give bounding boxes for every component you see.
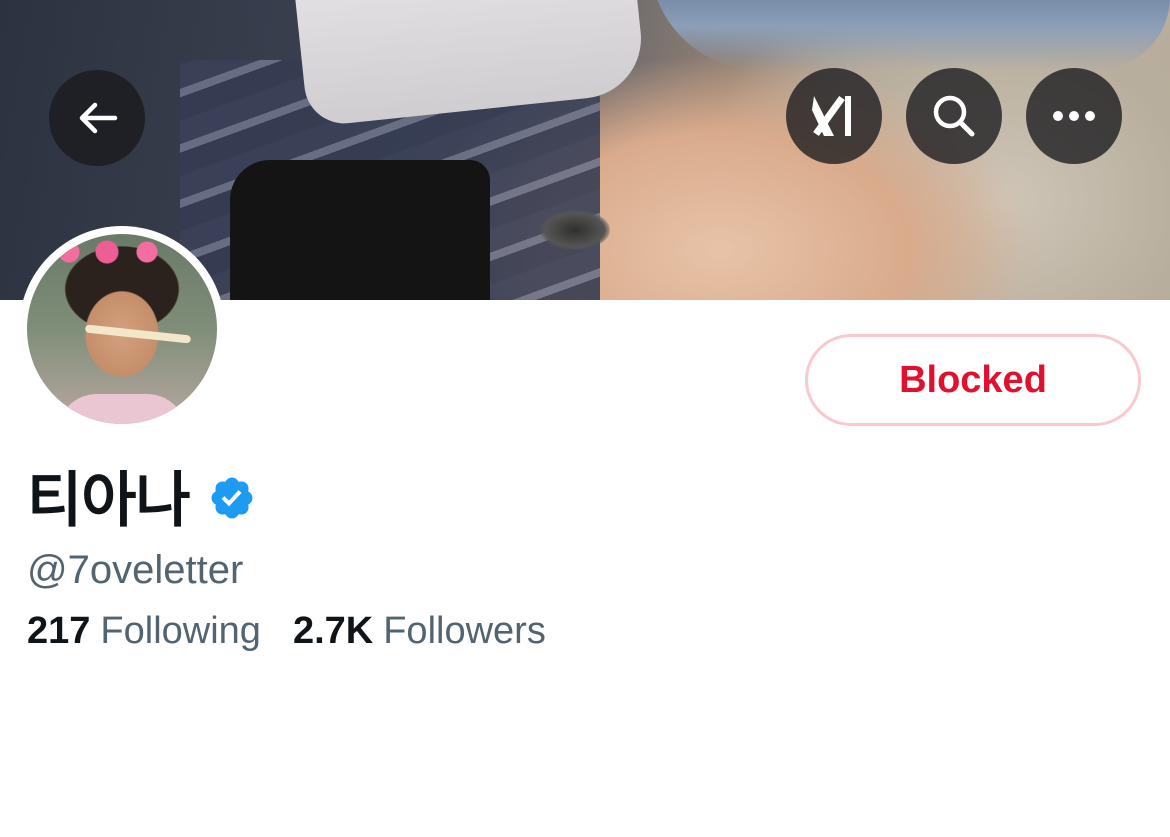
arrow-left-icon bbox=[79, 102, 118, 134]
avatar-ring[interactable] bbox=[19, 226, 225, 432]
following-count: 217 bbox=[27, 610, 91, 652]
avatar-shirt-region bbox=[57, 394, 187, 424]
avatar[interactable] bbox=[27, 234, 217, 424]
search-icon bbox=[933, 95, 975, 137]
followers-count: 2.7K bbox=[292, 610, 374, 652]
following-label: Following bbox=[100, 610, 261, 652]
banner-eye-region bbox=[540, 210, 610, 250]
follow-stats: 217 Following 2.7K Followers bbox=[27, 610, 578, 653]
grok-button[interactable] bbox=[786, 68, 882, 164]
avatar-stick-decoration bbox=[84, 324, 192, 344]
avatar-hearts-decoration bbox=[57, 240, 177, 264]
back-button[interactable] bbox=[49, 70, 145, 166]
banner-dark-region bbox=[230, 160, 490, 300]
followers-label: Followers bbox=[383, 610, 546, 652]
grok-icon bbox=[812, 95, 851, 137]
banner-hair-region bbox=[650, 0, 1170, 70]
following-stat[interactable]: 217 Following bbox=[27, 610, 261, 653]
more-options-button[interactable] bbox=[1026, 68, 1122, 164]
display-name: 티아나 bbox=[27, 466, 191, 534]
display-name-row: 티아나 bbox=[27, 458, 256, 534]
blocked-button-label: Blocked bbox=[899, 358, 1047, 401]
blocked-button[interactable]: Blocked bbox=[805, 334, 1141, 426]
verified-badge-icon[interactable] bbox=[208, 474, 256, 522]
profile-handle: @7oveletter bbox=[27, 548, 244, 592]
more-horizontal-icon bbox=[1053, 111, 1095, 121]
followers-stat[interactable]: 2.7K Followers bbox=[293, 610, 546, 653]
search-button[interactable] bbox=[906, 68, 1002, 164]
